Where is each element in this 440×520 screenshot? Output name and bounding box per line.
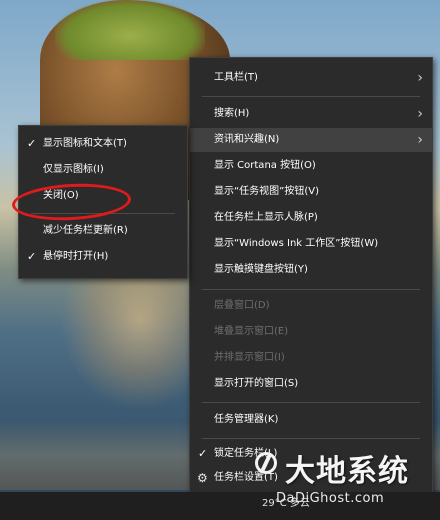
menu-item-label: 在任务栏上显示人脉(P) bbox=[214, 212, 318, 223]
chevron-right-icon: › bbox=[417, 132, 423, 148]
menu-separator bbox=[202, 289, 420, 290]
menu-item-task-manager[interactable]: 任务管理器(K) bbox=[190, 408, 432, 432]
menu-item-show-people[interactable]: 在任务栏上显示人脉(P) bbox=[190, 206, 432, 230]
menu-item-label: 显示触摸键盘按钮(Y) bbox=[214, 264, 308, 275]
check-icon: ✓ bbox=[27, 137, 37, 150]
menu-item-show-touch-keyboard[interactable]: 显示触摸键盘按钮(Y) bbox=[190, 258, 432, 282]
menu-item-label: 堆叠显示窗口(E) bbox=[214, 326, 289, 337]
menu-item-label: 显示“任务视图”按钮(V) bbox=[214, 186, 320, 197]
submenu-item-label: 减少任务栏更新(R) bbox=[43, 225, 128, 236]
menu-item-show-cortana[interactable]: 显示 Cortana 按钮(O) bbox=[190, 154, 432, 178]
menu-item-show-desktop-windows[interactable]: 显示打开的窗口(S) bbox=[190, 372, 432, 396]
menu-item-news-and-interests[interactable]: 资讯和兴趣(N) › bbox=[190, 128, 432, 152]
menu-item-show-windows-ink[interactable]: 显示“Windows Ink 工作区”按钮(W) bbox=[190, 232, 432, 256]
wallpaper-vegetation bbox=[55, 0, 205, 60]
menu-item-toolbars[interactable]: 工具栏(T) › bbox=[190, 66, 432, 90]
submenu-item-show-icon-only[interactable]: 仅显示图标(I) bbox=[19, 158, 187, 182]
menu-item-label: 任务管理器(K) bbox=[214, 414, 279, 425]
menu-item-label: 并排显示窗口(I) bbox=[214, 352, 285, 363]
menu-item-label: 显示打开的窗口(S) bbox=[214, 378, 299, 389]
menu-item-label: 显示 Cortana 按钮(O) bbox=[214, 160, 316, 171]
menu-item-label: 层叠窗口(D) bbox=[214, 300, 270, 311]
check-icon: ✓ bbox=[198, 447, 208, 460]
submenu-item-open-on-hover[interactable]: ✓ 悬停时打开(H) bbox=[19, 245, 187, 269]
menu-item-show-task-view[interactable]: 显示“任务视图”按钮(V) bbox=[190, 180, 432, 204]
menu-item-search[interactable]: 搜索(H) › bbox=[190, 102, 432, 126]
watermark-url: DaDiGhost.com bbox=[276, 491, 385, 506]
menu-item-label: 工具栏(T) bbox=[214, 72, 258, 83]
submenu-item-label: 悬停时打开(H) bbox=[43, 251, 109, 262]
menu-item-label: 搜索(H) bbox=[214, 108, 250, 119]
watermark-brand: 大地系统 bbox=[285, 454, 409, 489]
watermark-logo-icon bbox=[255, 452, 277, 474]
menu-item-label: 显示“Windows Ink 工作区”按钮(W) bbox=[214, 238, 379, 249]
check-icon: ✓ bbox=[27, 250, 37, 263]
menu-item-cascade-windows: 层叠窗口(D) bbox=[190, 294, 432, 318]
menu-item-label: 资讯和兴趣(N) bbox=[214, 134, 280, 145]
submenu-item-label: 仅显示图标(I) bbox=[43, 164, 104, 175]
menu-separator bbox=[202, 438, 420, 439]
submenu-item-reduce-updates[interactable]: 减少任务栏更新(R) bbox=[19, 219, 187, 243]
chevron-right-icon: › bbox=[417, 70, 423, 86]
taskbar-context-menu: 工具栏(T) › 搜索(H) › 资讯和兴趣(N) › 显示 Cortana 按… bbox=[189, 57, 433, 496]
menu-item-side-by-side: 并排显示窗口(I) bbox=[190, 346, 432, 370]
submenu-item-label: 显示图标和文本(T) bbox=[43, 138, 127, 149]
menu-separator bbox=[202, 96, 420, 97]
submenu-item-show-icon-and-text[interactable]: ✓ 显示图标和文本(T) bbox=[19, 132, 187, 156]
chevron-right-icon: › bbox=[417, 106, 423, 122]
gear-icon: ⚙ bbox=[197, 471, 208, 485]
menu-separator bbox=[202, 402, 420, 403]
menu-item-stack-windows: 堆叠显示窗口(E) bbox=[190, 320, 432, 344]
